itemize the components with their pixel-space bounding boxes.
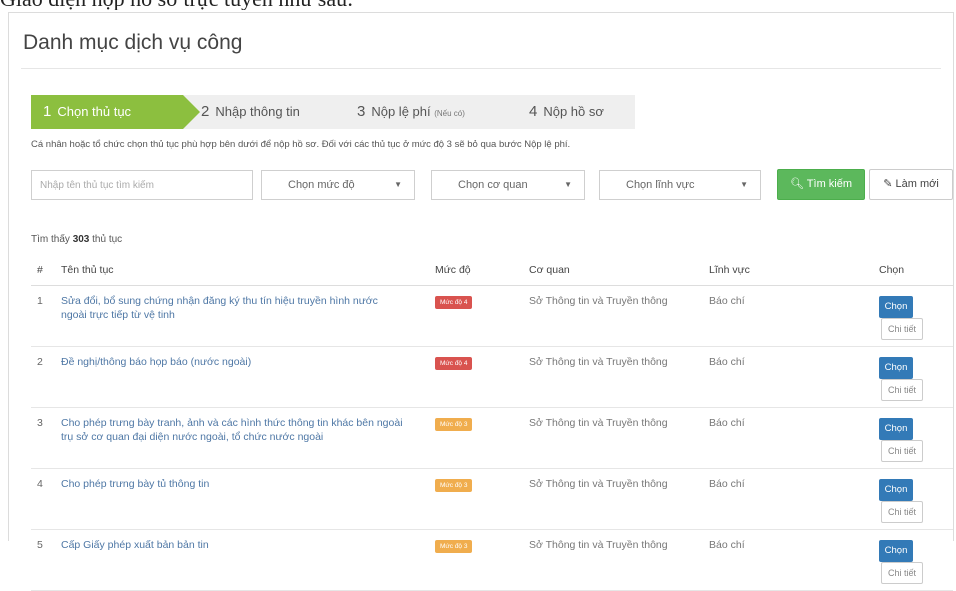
- table-row: 5 Cấp Giấy phép xuất bản bản tin Mức độ …: [31, 529, 953, 591]
- step-wizard: 1 Chọn thủ tục 2 Nhập thông tin 3 Nộp lệ ph…: [31, 95, 635, 129]
- field-cell: Báo chí: [709, 468, 879, 530]
- step-label: Nộp hồ sơ: [543, 104, 604, 119]
- detail-button[interactable]: Chi tiết: [881, 562, 923, 584]
- reset-button[interactable]: ✎ Làm mới: [869, 169, 953, 200]
- level-badge: Mức độ 4: [435, 357, 473, 370]
- procedure-name-link[interactable]: Cấp Giấy phép xuất bản bản tin: [61, 529, 435, 591]
- page-title: Danh mục dịch vụ công: [23, 31, 243, 54]
- results-prefix: Tìm thấy: [31, 234, 70, 245]
- agency-cell: Sở Thông tin và Truyền thông: [529, 529, 709, 591]
- page-caption: Giao diện nộp hồ sơ trực tuyến như sau:: [0, 0, 956, 10]
- agency-cell: Sở Thông tin và Truyền thông: [529, 346, 709, 408]
- table-row: 2 Đề nghị/thông báo họp báo (nước ngoài)…: [31, 346, 953, 408]
- header-number: #: [31, 255, 61, 286]
- detail-button[interactable]: Chi tiết: [881, 318, 923, 340]
- eraser-icon: ✎: [883, 178, 893, 190]
- instructions-text: Cá nhân hoặc tổ chức chọn thủ tục phù hợ…: [31, 139, 571, 150]
- field-cell: Báo chí: [709, 407, 879, 469]
- caret-down-icon: ▼: [740, 180, 748, 189]
- procedure-name-link[interactable]: Cho phép trưng bày tủ thông tin: [61, 468, 435, 530]
- level-select[interactable]: Chọn mức độ ▼: [261, 170, 415, 200]
- header-select: Chọn: [879, 255, 953, 286]
- step-number: 3: [357, 103, 366, 120]
- service-catalog-panel: Danh mục dịch vụ công 1 Chọn thủ tục 2 Nhậ…: [8, 12, 954, 591]
- results-number: 303: [72, 234, 90, 245]
- level-badge: Mức độ 4: [435, 296, 473, 309]
- agency-select-value: Chọn cơ quan: [458, 179, 528, 191]
- row-number: 4: [31, 468, 61, 530]
- header-field: Lĩnh vực: [709, 255, 879, 286]
- table-header-row: # Tên thủ tục Mức độ Cơ quan Lĩnh vực Ch…: [31, 255, 953, 286]
- step-4-submit[interactable]: 4 Nộp hồ sơ: [529, 95, 604, 129]
- select-button[interactable]: Chọn: [879, 357, 913, 379]
- row-number: 5: [31, 529, 61, 591]
- detail-button[interactable]: Chi tiết: [881, 379, 923, 401]
- search-button[interactable]: 🔍︎ Tìm kiếm: [777, 169, 865, 200]
- select-button[interactable]: Chọn: [879, 296, 913, 318]
- row-number: 2: [31, 346, 61, 408]
- step-number: 2: [201, 103, 210, 120]
- select-button[interactable]: Chọn: [879, 479, 913, 501]
- row-number: 3: [31, 407, 61, 469]
- caret-down-icon: ▼: [564, 180, 572, 189]
- step-2-enter-info[interactable]: 2 Nhập thông tin: [201, 95, 300, 129]
- row-number: 1: [31, 285, 61, 347]
- step-label: Chọn thủ tục: [57, 104, 132, 119]
- step-label: Nhập thông tin: [215, 104, 300, 119]
- search-input[interactable]: [31, 170, 253, 200]
- detail-button[interactable]: Chi tiết: [881, 501, 923, 523]
- level-select-value: Chọn mức độ: [288, 179, 355, 191]
- detail-button[interactable]: Chi tiết: [881, 440, 923, 462]
- reset-button-label: Làm mới: [895, 178, 939, 190]
- field-select-value: Chọn lĩnh vực: [626, 179, 695, 191]
- table-row: 1 Sửa đổi, bổ sung chứng nhận đăng ký th…: [31, 285, 953, 347]
- procedure-name-link[interactable]: Cho phép trưng bày tranh, ảnh và các hìn…: [61, 407, 435, 469]
- agency-cell: Sở Thông tin và Truyền thông: [529, 285, 709, 347]
- results-suffix: thủ tục: [92, 234, 123, 245]
- level-badge: Mức độ 3: [435, 540, 473, 553]
- step-label: Nộp lệ phí: [371, 104, 431, 119]
- table-row: 3 Cho phép trưng bày tranh, ảnh và các h…: [31, 407, 953, 469]
- level-badge: Mức độ 3: [435, 418, 473, 431]
- field-cell: Báo chí: [709, 285, 879, 347]
- select-button[interactable]: Chọn: [879, 540, 913, 562]
- select-button[interactable]: Chọn: [879, 418, 913, 440]
- field-cell: Báo chí: [709, 529, 879, 591]
- field-cell: Báo chí: [709, 346, 879, 408]
- procedure-name-link[interactable]: Sửa đổi, bổ sung chứng nhận đăng ký thu …: [61, 285, 435, 347]
- step-1-choose-procedure[interactable]: 1 Chọn thủ tục: [31, 95, 200, 129]
- header-agency: Cơ quan: [529, 255, 709, 286]
- results-count: Tìm thấy 303 thủ tục: [31, 234, 122, 245]
- header-name: Tên thủ tục: [61, 255, 435, 286]
- search-icon: 🔍︎: [789, 178, 804, 190]
- search-button-label: Tìm kiếm: [806, 178, 853, 190]
- step-note: (Nếu có): [434, 109, 465, 118]
- header-level: Mức độ: [435, 255, 529, 286]
- field-select[interactable]: Chọn lĩnh vực ▼: [599, 170, 761, 200]
- agency-cell: Sở Thông tin và Truyền thông: [529, 407, 709, 469]
- agency-cell: Sở Thông tin và Truyền thông: [529, 468, 709, 530]
- caret-down-icon: ▼: [394, 180, 402, 189]
- procedure-name-link[interactable]: Đề nghị/thông báo họp báo (nước ngoài): [61, 346, 435, 408]
- step-number: 4: [529, 103, 538, 120]
- step-number: 1: [43, 103, 52, 120]
- procedures-table: # Tên thủ tục Mức độ Cơ quan Lĩnh vực Ch…: [31, 255, 953, 591]
- level-badge: Mức độ 3: [435, 479, 473, 492]
- agency-select[interactable]: Chọn cơ quan ▼: [431, 170, 585, 200]
- table-row: 4 Cho phép trưng bày tủ thông tin Mức độ…: [31, 468, 953, 530]
- title-divider: [21, 68, 941, 69]
- step-3-pay-fee[interactable]: 3 Nộp lệ phí (Nếu có): [357, 95, 465, 129]
